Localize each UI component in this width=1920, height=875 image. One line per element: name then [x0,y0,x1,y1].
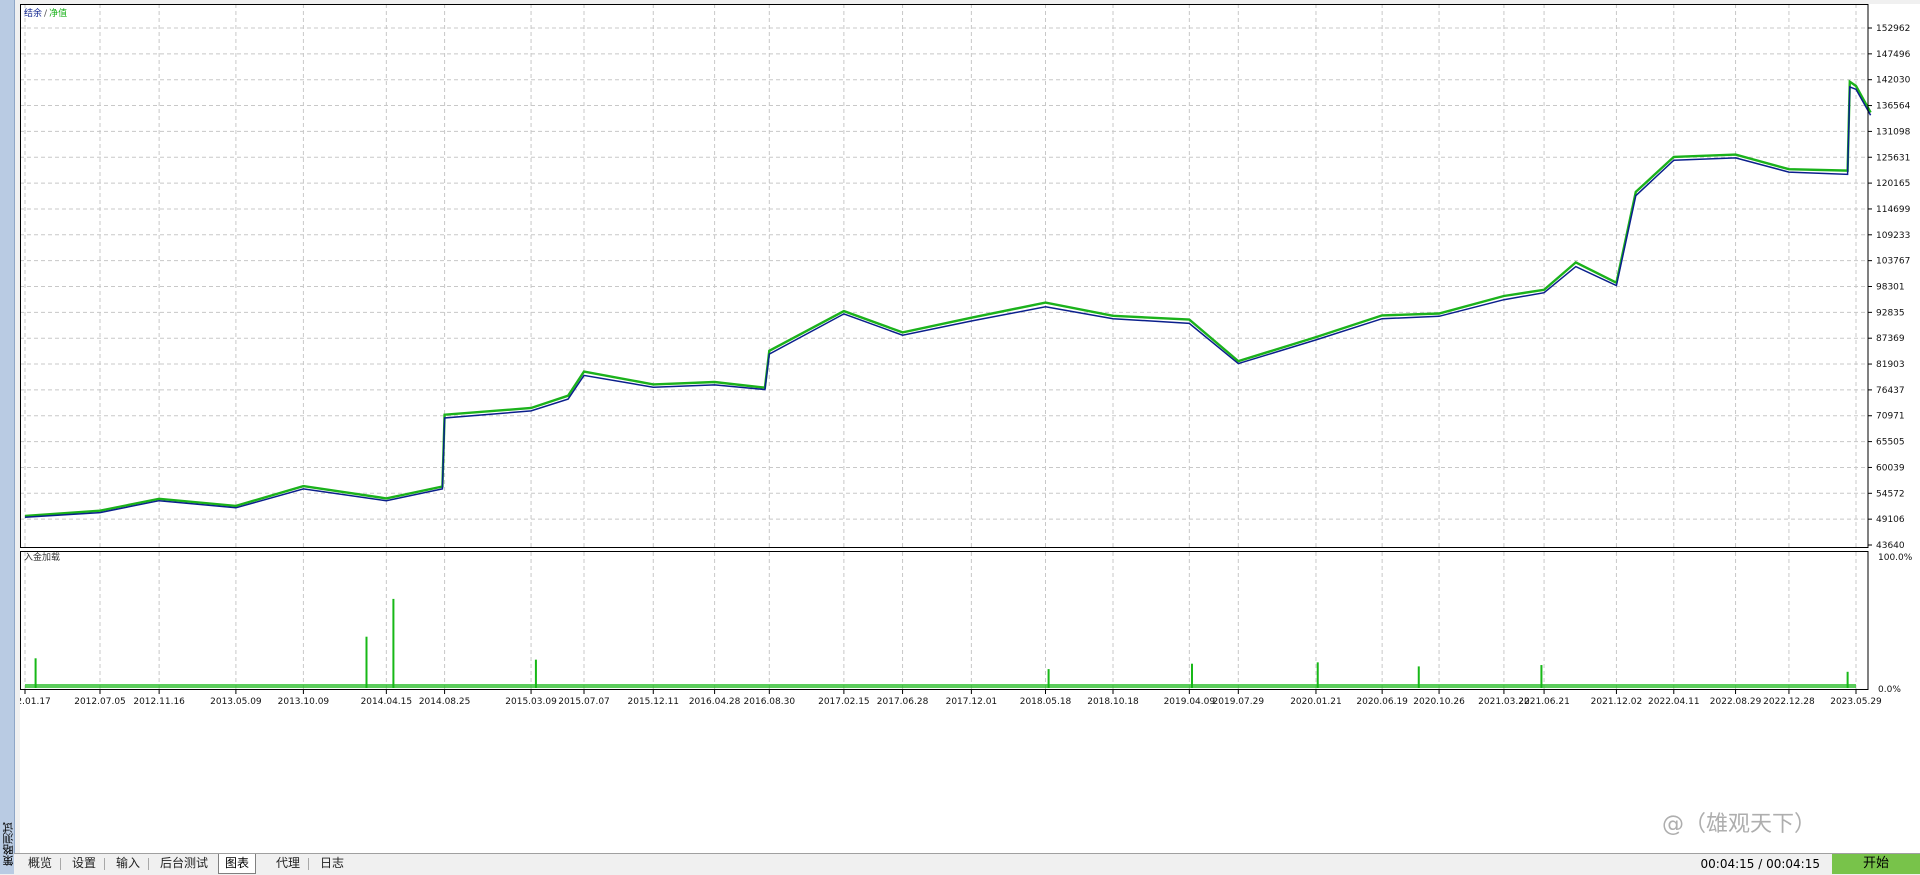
x-tick-label: 2022.04.11 [1648,697,1700,707]
x-tick-label: 2020.06.19 [1356,697,1408,707]
y-tick-label: 98301 [1876,283,1905,293]
legend-balance: 结余 [24,7,42,19]
y-tick-label: 87369 [1876,334,1905,344]
y-tick-label: 147496 [1876,50,1911,60]
x-tick-label: 2020.10.26 [1413,697,1465,707]
tab-backtest[interactable]: 后台测试 [154,854,214,873]
y-tick-label: 142030 [1876,76,1911,86]
x-tick-label: 2022.12.28 [1763,697,1815,707]
y-tick-label: 49106 [1876,515,1905,525]
x-tick-label: 2023.05.29 [1830,697,1882,707]
balance-line [24,85,1872,519]
x-tick-label: 2012.01.17 [20,697,51,707]
y-axis-ticks: 152962 147496 142030 136564 131098 125631 1201… [1868,24,1911,551]
chart-grid [20,4,1868,690]
y-tick-label: 131098 [1876,127,1911,137]
x-tick-label: 2018.10.18 [1087,697,1139,707]
y-tick-label: 43640 [1876,541,1905,551]
x-tick-label: 2013.10.09 [278,697,330,707]
chart-frames [20,4,1869,690]
chart-area: 152962 147496 142030 136564 131098 125631 1201… [0,4,1920,853]
y-tick-label: 114699 [1876,205,1911,215]
main-chart-frame [20,4,1869,548]
x-tick-label: 2020.01.21 [1290,697,1342,707]
deposit-load-bars [25,598,1856,688]
watermark: @（雄观天下） [1662,812,1817,837]
deposit-load-bar [365,636,368,688]
tab-inputs[interactable]: 输入 [110,854,146,873]
deposit-load-bar [534,659,537,688]
deposit-load-bar [392,598,395,688]
x-tick-label: 2017.12.01 [946,697,998,707]
sub-chart-y-bottom: 0.0% [1878,685,1901,695]
elapsed-timer: 00:04:15 / 00:04:15 [1700,857,1820,871]
y-tick-label: 120165 [1876,179,1910,189]
x-tick-label: 2021.12.02 [1591,697,1643,707]
tab-overview[interactable]: 概览 [22,854,58,873]
x-tick-label: 2017.06.28 [877,697,929,707]
x-tick-label: 2017.02.15 [818,697,870,707]
x-tick-label: 2021.06.21 [1518,697,1570,707]
x-tick-label: 2015.03.09 [505,697,557,707]
deposit-load-baseline [25,684,1856,688]
y-tick-label: 103767 [1876,257,1910,267]
legend-separator: / [44,9,48,19]
y-tick-label: 60039 [1876,463,1905,473]
side-panel-strip[interactable]: 策略测试 [0,0,15,874]
y-tick-label: 81903 [1876,360,1905,370]
x-tick-label: 2012.07.05 [74,697,126,707]
y-tick-label: 76437 [1876,386,1905,396]
y-tick-label: 152962 [1876,24,1910,34]
x-tick-label: 2016.08.30 [744,697,796,707]
sub-chart-label: 入金加载 [24,551,60,563]
y-tick-label: 92835 [1876,308,1905,318]
x-tick-label: 2012.11.16 [133,697,185,707]
x-tick-label: 2015.12.11 [628,697,680,707]
x-tick-label: 2019.04.09 [1164,697,1216,707]
y-tick-label: 125631 [1876,153,1910,163]
x-tick-label: 2016.04.28 [689,697,741,707]
start-button[interactable]: 开始 [1832,854,1920,874]
x-tick-label: 2014.04.15 [361,697,413,707]
x-tick-label: 2015.07.07 [558,697,610,707]
x-tick-label: 2019.07.29 [1213,697,1265,707]
tab-graph[interactable]: 图表 [218,854,257,874]
deposit-load-bar [34,658,37,688]
legend-equity: 净值 [49,7,67,19]
tab-agents[interactable]: 代理 [270,854,306,873]
y-tick-label: 109233 [1876,231,1910,241]
tab-bar: 概览 设置 输入 后台测试 图表 代理 日志 00:04:15 / 00:04:… [14,853,1920,875]
legend: 结余 / 净值 [24,7,67,19]
x-tick-label: 2022.08.29 [1710,697,1762,707]
y-tick-label: 54572 [1876,489,1905,499]
x-axis-ticks: 2012.01.17 2012.07.05 2012.11.16 2013.05.09… [0,690,1882,707]
chart-svg: 152962 147496 142030 136564 131098 125631 1201… [0,4,1913,707]
x-tick-label: 2014.08.25 [419,697,471,707]
x-tick-label: 2013.05.09 [210,697,262,707]
y-tick-label: 70971 [1876,412,1905,422]
y-tick-label: 65505 [1876,438,1905,448]
y-tick-label: 136564 [1876,102,1911,112]
tab-settings[interactable]: 设置 [66,854,102,873]
chart-lines [24,79,1872,519]
sub-chart-frame [20,551,1869,690]
sub-chart-y-top: 100.0% [1878,553,1913,563]
equity-line [24,79,1872,518]
x-tick-label: 2018.05.18 [1020,697,1072,707]
tab-journal[interactable]: 日志 [314,854,350,873]
